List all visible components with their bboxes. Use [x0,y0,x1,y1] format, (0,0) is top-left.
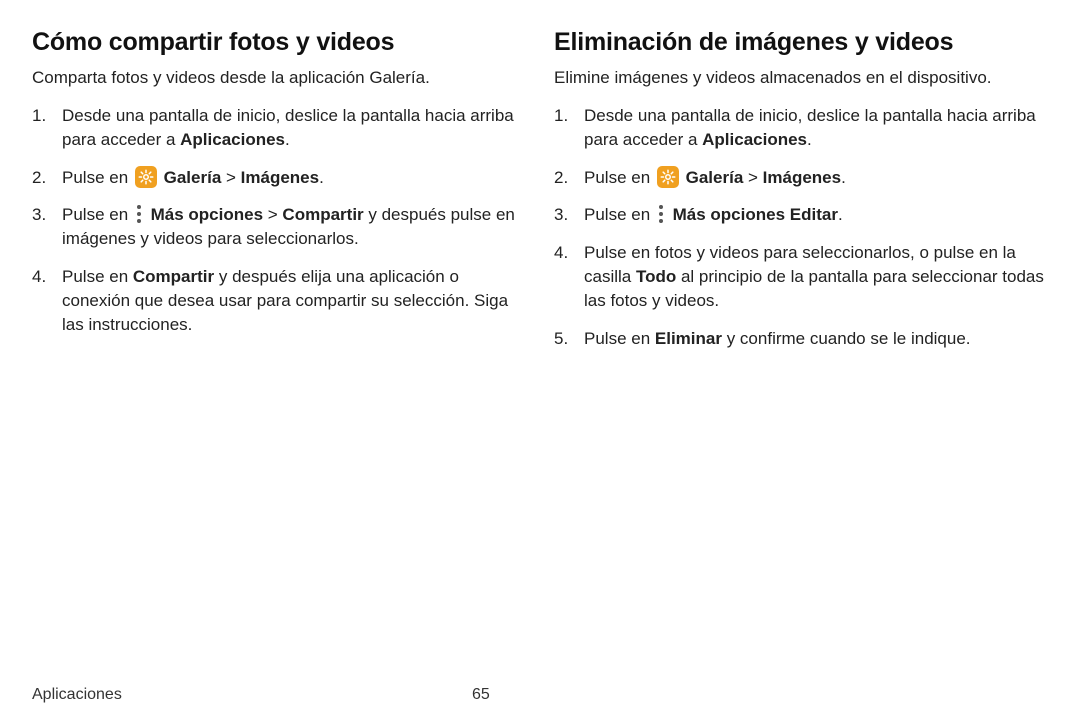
manual-page: Cómo compartir fotos y videos Comparta f… [0,0,1080,720]
bold-text: Más opciones [673,205,785,224]
footer-page-number: 65 [472,686,490,704]
page-footer: Aplicaciones 65 [32,678,1048,704]
more-options-icon [134,204,144,224]
step-number: 4. [554,241,568,265]
step-number: 2. [32,166,46,190]
step-item: 3.Pulse en Más opciones > Compartir y de… [32,203,526,251]
step-number: 1. [554,104,568,128]
bold-text: Más opciones [151,205,263,224]
bold-text: Imágenes [241,168,319,187]
step-number: 5. [554,327,568,351]
right-intro: Elimine imágenes y videos almacenados en… [554,67,1048,90]
bold-text: Compartir [133,267,214,286]
step-number: 4. [32,265,46,289]
step-number: 2. [554,166,568,190]
step-item: 1.Desde una pantalla de inicio, deslice … [32,104,526,152]
step-item: 3.Pulse en Más opciones Editar. [554,203,1048,227]
two-column-layout: Cómo compartir fotos y videos Comparta f… [32,28,1048,678]
bold-text: Compartir [282,205,363,224]
left-title: Cómo compartir fotos y videos [32,28,526,57]
right-title: Eliminación de imágenes y videos [554,28,1048,57]
step-number: 3. [554,203,568,227]
bold-text: Editar [790,205,838,224]
bold-text: Aplicaciones [180,130,285,149]
bold-text: Galería [686,168,744,187]
bold-text: Imágenes [763,168,841,187]
left-column: Cómo compartir fotos y videos Comparta f… [32,28,526,678]
step-item: 5.Pulse en Eliminar y confirme cuando se… [554,327,1048,351]
footer-section-label: Aplicaciones [32,686,472,704]
step-item: 2.Pulse en Galería > Imágenes. [32,166,526,190]
step-number: 3. [32,203,46,227]
right-column: Eliminación de imágenes y videos Elimine… [554,28,1048,678]
step-number: 1. [32,104,46,128]
bold-text: Aplicaciones [702,130,807,149]
right-steps-list: 1.Desde una pantalla de inicio, deslice … [554,104,1048,350]
more-options-icon [656,204,666,224]
step-item: 1.Desde una pantalla de inicio, deslice … [554,104,1048,152]
bold-text: Eliminar [655,329,722,348]
step-item: 4.Pulse en Compartir y después elija una… [32,265,526,336]
left-intro: Comparta fotos y videos desde la aplicac… [32,67,526,90]
gallery-icon [657,166,679,188]
step-item: 2.Pulse en Galería > Imágenes. [554,166,1048,190]
gallery-icon [135,166,157,188]
left-steps-list: 1.Desde una pantalla de inicio, deslice … [32,104,526,336]
bold-text: Todo [636,267,676,286]
bold-text: Galería [164,168,222,187]
step-item: 4.Pulse en fotos y videos para seleccion… [554,241,1048,312]
